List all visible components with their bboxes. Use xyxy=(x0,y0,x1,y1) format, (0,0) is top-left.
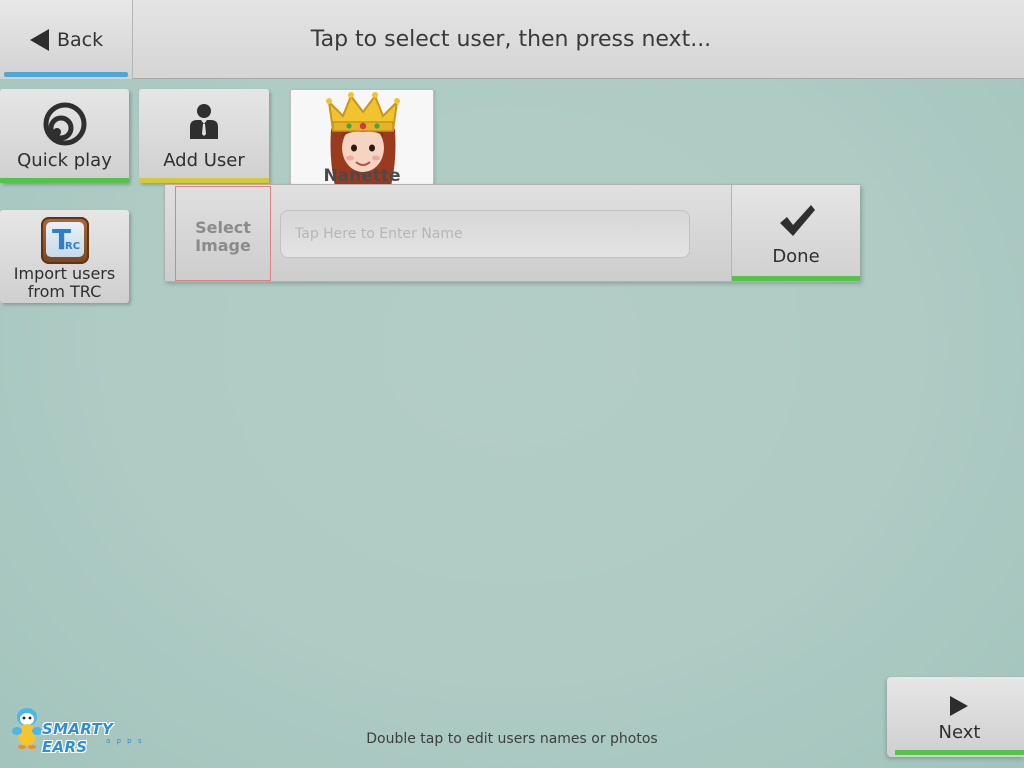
select-image-label: Select Image xyxy=(176,219,270,255)
next-arrow-icon xyxy=(950,696,968,716)
quick-play-label: Quick play xyxy=(17,150,112,171)
add-user-accent xyxy=(139,178,269,183)
select-image-label-line1: Select xyxy=(195,218,251,237)
back-arrow-icon xyxy=(30,29,49,51)
next-button[interactable]: Next xyxy=(887,677,1024,757)
import-trc-button[interactable]: T RC Import users from TRC xyxy=(0,210,129,303)
back-button-label: Back xyxy=(57,29,104,51)
user-card[interactable]: Nanette xyxy=(290,89,434,185)
quick-play-icon xyxy=(43,102,87,146)
import-trc-label-line2: from TRC xyxy=(27,282,102,301)
logo-mascot-icon xyxy=(12,708,42,749)
add-user-button[interactable]: Add User xyxy=(139,89,269,183)
header-bar: Back Tap to select user, then press next… xyxy=(0,0,1024,79)
new-user-panel: Select Image Done xyxy=(164,184,860,282)
user-icon xyxy=(190,104,218,139)
edit-hint-text: Double tap to edit users names or photos xyxy=(366,731,658,747)
logo-text: SMARTY EARS xyxy=(42,720,114,756)
next-button-accent xyxy=(895,750,1024,755)
back-button-accent xyxy=(4,72,128,77)
next-button-label: Next xyxy=(938,722,981,743)
smarty-ears-logo: SMARTY EARS a p p s xyxy=(12,705,162,756)
add-user-label: Add User xyxy=(163,150,245,171)
trc-icon-sub: RC xyxy=(65,241,81,252)
done-button[interactable]: Done xyxy=(731,185,860,281)
quick-play-button[interactable]: Quick play xyxy=(0,89,129,183)
import-trc-label-line1: Import users xyxy=(13,264,116,283)
user-name-input[interactable] xyxy=(280,210,690,258)
back-button[interactable]: Back xyxy=(0,0,133,79)
trc-icon: T RC xyxy=(41,217,89,264)
select-image-label-line2: Image xyxy=(195,236,251,255)
done-button-accent xyxy=(732,276,860,281)
quick-play-accent xyxy=(0,178,129,183)
logo-subtext: a p p s xyxy=(106,737,144,745)
select-image-button[interactable]: Select Image xyxy=(175,186,271,281)
user-name: Nanette xyxy=(323,166,401,185)
page-title: Tap to select user, then press next... xyxy=(310,27,712,52)
done-button-label: Done xyxy=(772,246,820,267)
checkmark-icon xyxy=(780,205,815,236)
